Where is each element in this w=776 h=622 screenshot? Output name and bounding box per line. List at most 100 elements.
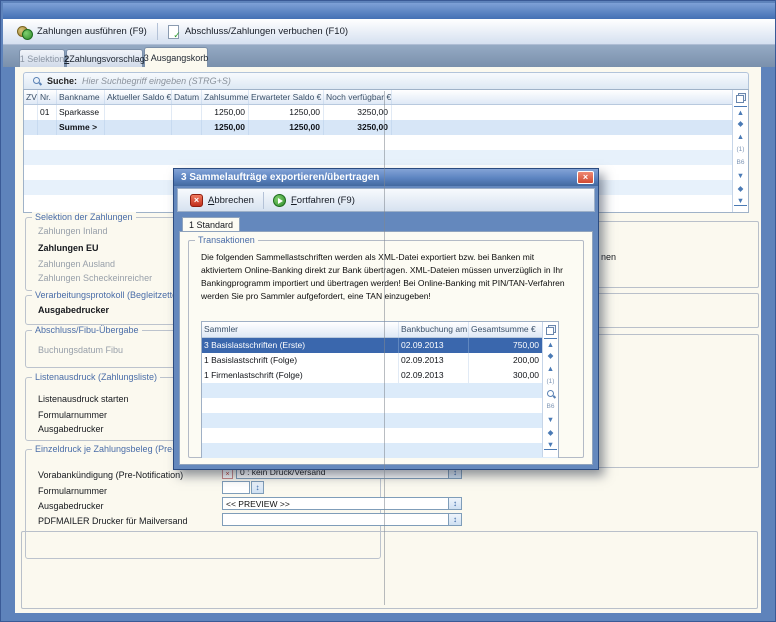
grid-nav-strip: (1) B6 [732, 90, 748, 212]
scroll-down-icon[interactable] [544, 413, 557, 426]
formularnummer-input[interactable] [222, 481, 250, 494]
formularnummer-spinner-icon[interactable] [251, 481, 264, 494]
cell-summe: 200,00 [469, 353, 543, 368]
sum-erwarteter-saldo: 1250,00 [249, 120, 324, 135]
transaktionen-label: Transaktionen [195, 235, 258, 245]
table-row[interactable]: 1 Basislastschrift (Folge) 02.09.2013 20… [202, 353, 558, 368]
cell-noch-verfuegbar: 3250,00 [324, 105, 392, 120]
tab-zahlungsvorschlag[interactable]: 2 Zahlungsvorschlag [66, 49, 143, 67]
col-erwarteter-saldo[interactable]: Erwarteter Saldo € [249, 90, 324, 104]
option-formularnummer[interactable]: Formularnummer [38, 486, 107, 496]
search-icon [32, 76, 42, 86]
cell-zahlsumme: 1250,00 [202, 105, 249, 120]
sum-noch-verfuegbar: 3250,00 [324, 120, 392, 135]
group-label: Selektion der Zahlungen [32, 212, 136, 222]
scroll-page-down-icon[interactable] [734, 182, 747, 195]
table-row-selected[interactable]: 3 Basislastschriften (Erste) 02.09.2013 … [202, 338, 558, 353]
sum-row: Summe > 1250,00 1250,00 3250,00 [24, 120, 748, 135]
tab-zahlungsvorschlag-label: Zahlungsvorschlag [69, 54, 145, 64]
scroll-last-icon[interactable] [734, 195, 747, 206]
empty-row[interactable] [202, 413, 558, 428]
scroll-page-up-icon[interactable] [734, 117, 747, 130]
empty-row[interactable] [202, 428, 558, 443]
continue-label: Fortfahren (F9) [291, 195, 355, 206]
option-zahlungen-ausland: Zahlungen Ausland [38, 259, 115, 269]
option-ausgabedrucker[interactable]: Ausgabedrucker [38, 501, 104, 511]
execute-payments-button[interactable]: Zahlungen ausführen (F9) [10, 22, 154, 42]
scroll-first-icon[interactable] [734, 106, 747, 117]
column-count-icon[interactable]: (1) [734, 143, 747, 156]
column-count-icon[interactable]: (1) [544, 375, 557, 388]
dialog-grid-nav-strip: (1) B6 [542, 322, 558, 457]
option-buchungsdatum-fibu: Buchungsdatum Fibu [38, 345, 123, 355]
col-aktueller-saldo[interactable]: Aktueller Saldo € [105, 90, 172, 104]
cell-sammler: 1 Basislastschrift (Folge) [202, 353, 399, 368]
col-gesamtsumme[interactable]: Gesamtsumme € [469, 322, 543, 337]
option-ausgabedrucker[interactable]: Ausgabedrucker [38, 424, 104, 434]
option-ausgabedrucker[interactable]: Ausgabedrucker [38, 305, 109, 315]
cancel-button[interactable]: Abbrechen [184, 191, 260, 209]
close-icon[interactable] [577, 171, 594, 184]
copy-icon[interactable] [736, 93, 745, 102]
group-label: Verarbeitungsprotokoll (Begleitzettel) [32, 290, 185, 300]
block-icon[interactable]: B6 [734, 156, 747, 169]
scroll-up-icon[interactable] [544, 362, 557, 375]
col-bankname[interactable]: Bankname [57, 90, 105, 104]
dropdown-spinner-icon[interactable] [448, 498, 461, 509]
dialog-message: Die folgenden Sammellastschriften werden… [201, 251, 575, 303]
scroll-down-icon[interactable] [734, 169, 747, 182]
table-row[interactable]: 1 Firmenlastschrift (Folge) 02.09.2013 3… [202, 368, 558, 383]
empty-row[interactable] [24, 135, 748, 150]
table-row[interactable]: 01 Sparkasse 1250,00 1250,00 3250,00 [24, 105, 748, 120]
empty-row[interactable] [202, 443, 558, 458]
dialog-titlebar[interactable]: 3 Sammelaufträge exportieren/übertragen [174, 169, 598, 186]
continue-button[interactable]: Fortfahren (F9) [267, 191, 361, 209]
payments-table-header[interactable]: ZV Nr. Bankname Aktueller Saldo € Datum … [24, 90, 748, 105]
cell-sammler: 3 Basislastschriften (Erste) [202, 338, 399, 353]
collectors-table-header[interactable]: Sammler Bankbuchung am Gesamtsumme € [202, 322, 558, 338]
copy-icon[interactable] [546, 325, 555, 334]
dropdown-spinner-icon[interactable] [448, 514, 461, 525]
col-bankbuchung-am[interactable]: Bankbuchung am [399, 322, 469, 337]
col-sammler[interactable]: Sammler [202, 322, 399, 337]
col-zv[interactable]: ZV [24, 90, 38, 104]
cell-summe: 300,00 [469, 368, 543, 383]
col-nr[interactable]: Nr. [38, 90, 57, 104]
empty-row[interactable] [202, 398, 558, 413]
scroll-last-icon[interactable] [544, 439, 557, 450]
col-noch-verfuegbar[interactable]: Noch verfügbar € [324, 90, 392, 104]
empty-row[interactable] [202, 383, 558, 398]
option-vorabankuendigung[interactable]: Vorabankündigung (Pre-Notification) [38, 470, 183, 480]
dialog-tab-standard[interactable]: 1 Standard [182, 217, 240, 231]
block-icon[interactable]: B6 [544, 400, 557, 413]
search-placeholder: Hier Suchbegriff eingeben (STRG+S) [82, 76, 231, 86]
option-formularnummer[interactable]: Formularnummer [38, 410, 107, 420]
scroll-first-icon[interactable] [544, 338, 557, 349]
main-tabstrip: 1 Selektion 2 Zahlungsvorschlag 3 Ausgan… [3, 45, 775, 67]
tab-ausgangskorb[interactable]: 3 Ausgangskorb [144, 47, 208, 67]
option-listenausdruck-starten[interactable]: Listenausdruck starten [38, 394, 129, 404]
col-datum[interactable]: Datum [172, 90, 202, 104]
collectors-table: Sammler Bankbuchung am Gesamtsumme € 3 B… [201, 321, 559, 458]
transaktionen-group: Transaktionen Die folgenden Sammellastsc… [188, 240, 584, 458]
window-titlebar [3, 3, 775, 19]
scroll-up-icon[interactable] [734, 130, 747, 143]
sum-zahlsumme: 1250,00 [202, 120, 249, 135]
option-zahlungen-inland: Zahlungen Inland [38, 226, 108, 236]
option-zahlungen-eu[interactable]: Zahlungen EU [38, 243, 99, 253]
book-payments-button[interactable]: Abschluss/Zahlungen verbuchen (F10) [161, 22, 355, 42]
cell-datum [172, 105, 202, 120]
ausgabedrucker-select[interactable]: << PREVIEW >> [222, 497, 462, 510]
scroll-page-down-icon[interactable] [544, 426, 557, 439]
col-zahlsumme[interactable]: Zahlsumme € [202, 90, 249, 104]
option-pdfmailer-drucker[interactable]: PDFMAILER Drucker für Mailversand [38, 516, 188, 526]
search-bar[interactable]: Suche: Hier Suchbegriff eingeben (STRG+S… [23, 72, 749, 89]
empty-row[interactable] [24, 150, 748, 165]
cell-summe: 750,00 [469, 338, 543, 353]
continue-arrow-icon [273, 194, 286, 207]
zoom-icon[interactable] [546, 389, 556, 399]
pdfmailer-select[interactable] [222, 513, 462, 526]
scroll-page-up-icon[interactable] [544, 349, 557, 362]
export-dialog: 3 Sammelaufträge exportieren/übertragen … [173, 168, 599, 470]
tab-selektion-label: 1 Selektion [20, 54, 65, 64]
